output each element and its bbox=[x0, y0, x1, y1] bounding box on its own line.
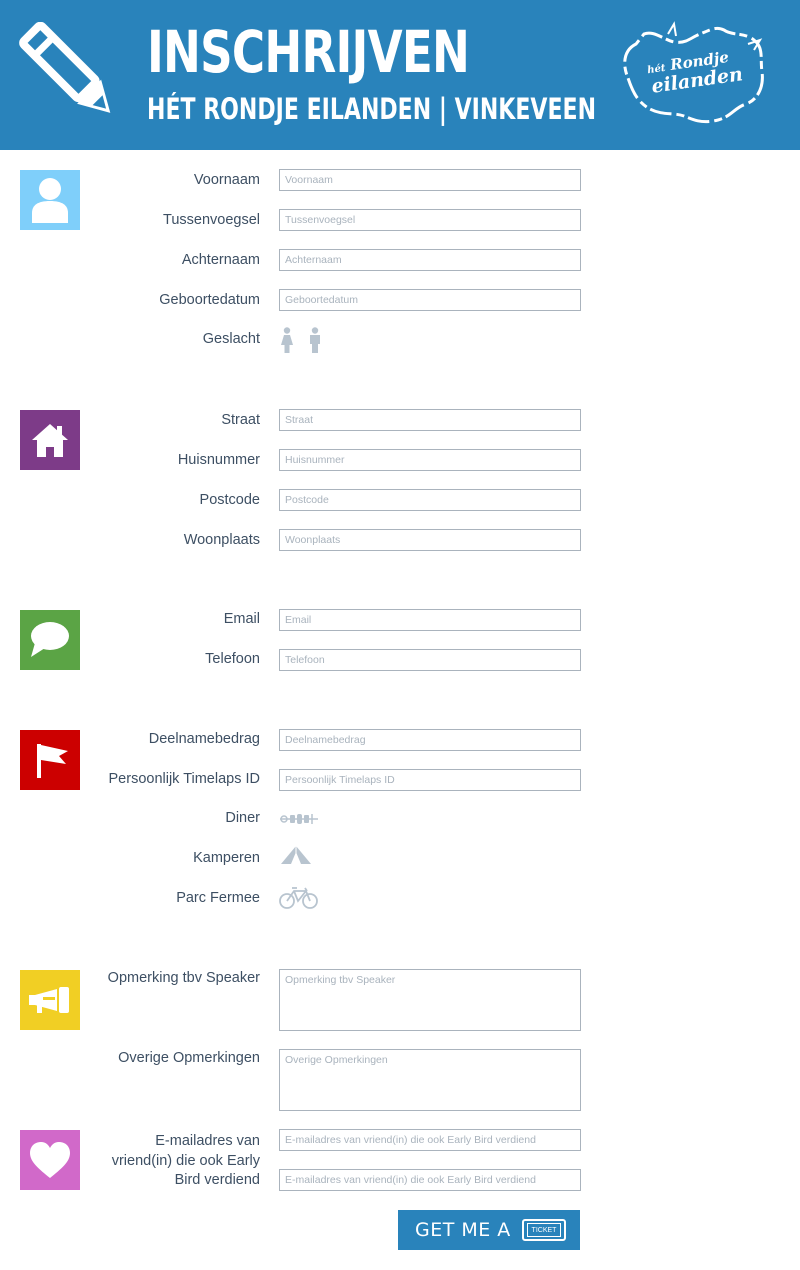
huisnummer-input[interactable] bbox=[279, 449, 581, 471]
tussenvoegsel-label: Tussenvoegsel bbox=[163, 212, 260, 228]
straat-input[interactable] bbox=[279, 409, 581, 431]
friend-email-input-2[interactable] bbox=[279, 1169, 581, 1191]
get-ticket-button[interactable]: GET ME A TICKET bbox=[398, 1210, 580, 1250]
male-icon[interactable] bbox=[308, 327, 322, 353]
voornaam-label: Voornaam bbox=[193, 172, 260, 188]
achternaam-input[interactable] bbox=[279, 249, 581, 271]
woonplaats-label: Woonplaats bbox=[183, 532, 260, 548]
tent-icon[interactable] bbox=[280, 845, 312, 865]
tussenvoegsel-input[interactable] bbox=[279, 209, 581, 231]
deelnamebedrag-input[interactable] bbox=[279, 729, 581, 751]
timelaps-input[interactable] bbox=[279, 769, 581, 791]
speech-bubble-icon bbox=[20, 610, 80, 670]
other-remarks-label: Overige Opmerkingen bbox=[118, 1050, 260, 1066]
heart-icon bbox=[20, 1130, 80, 1190]
geslacht-label: Geslacht bbox=[202, 331, 260, 347]
telefoon-input[interactable] bbox=[279, 649, 581, 671]
kamperen-label: Kamperen bbox=[193, 850, 260, 866]
page-subtitle: HÉT RONDJE EILANDEN | VINKEVEEN bbox=[147, 92, 597, 126]
other-remarks-textarea[interactable] bbox=[279, 1049, 581, 1111]
person-icon bbox=[20, 170, 80, 230]
bicycle-icon[interactable] bbox=[279, 886, 319, 910]
flag-icon bbox=[20, 730, 80, 790]
pencil-icon bbox=[19, 22, 111, 113]
diner-label: Diner bbox=[225, 810, 260, 826]
huisnummer-label: Huisnummer bbox=[177, 452, 260, 468]
deelnamebedrag-label: Deelnamebedrag bbox=[148, 731, 260, 747]
get-ticket-label: GET ME A bbox=[415, 1219, 511, 1241]
speaker-remark-label: Opmerking tbv Speaker bbox=[107, 970, 260, 986]
page-title: INSCHRIJVEN bbox=[147, 18, 470, 86]
speaker-remark-textarea[interactable] bbox=[279, 969, 581, 1031]
friend-email-input-1[interactable] bbox=[279, 1129, 581, 1151]
friend-email-label-line1: E-mailadres van bbox=[155, 1133, 260, 1149]
megaphone-icon bbox=[20, 970, 80, 1030]
friend-email-label: E-mailadres van vriend(in) die ook Early… bbox=[112, 1132, 260, 1191]
voornaam-input[interactable] bbox=[279, 169, 581, 191]
timelaps-label: Persoonlijk Timelaps ID bbox=[108, 771, 261, 787]
postcode-input[interactable] bbox=[279, 489, 581, 511]
email-input[interactable] bbox=[279, 609, 581, 631]
email-label: Email bbox=[223, 611, 260, 627]
straat-label: Straat bbox=[221, 412, 260, 428]
geboortedatum-label: Geboortedatum bbox=[159, 292, 260, 308]
house-icon bbox=[20, 410, 80, 470]
achternaam-label: Achternaam bbox=[181, 252, 260, 268]
female-icon[interactable] bbox=[280, 327, 294, 353]
ticket-icon: TICKET bbox=[522, 1219, 566, 1241]
ticket-label: TICKET bbox=[527, 1223, 561, 1237]
geboortedatum-input[interactable] bbox=[279, 289, 581, 311]
skewer-icon[interactable] bbox=[279, 812, 319, 826]
telefoon-label: Telefoon bbox=[205, 651, 260, 667]
page-header: INSCHRIJVEN HÉT RONDJE EILANDEN | VINKEV… bbox=[0, 0, 800, 150]
woonplaats-input[interactable] bbox=[279, 529, 581, 551]
friend-email-label-line2: vriend(in) die ook Early bbox=[111, 1152, 260, 1169]
postcode-label: Postcode bbox=[199, 492, 260, 508]
parc-fermee-label: Parc Fermee bbox=[176, 890, 260, 906]
friend-email-label-line3: Bird verdiend bbox=[174, 1172, 260, 1188]
